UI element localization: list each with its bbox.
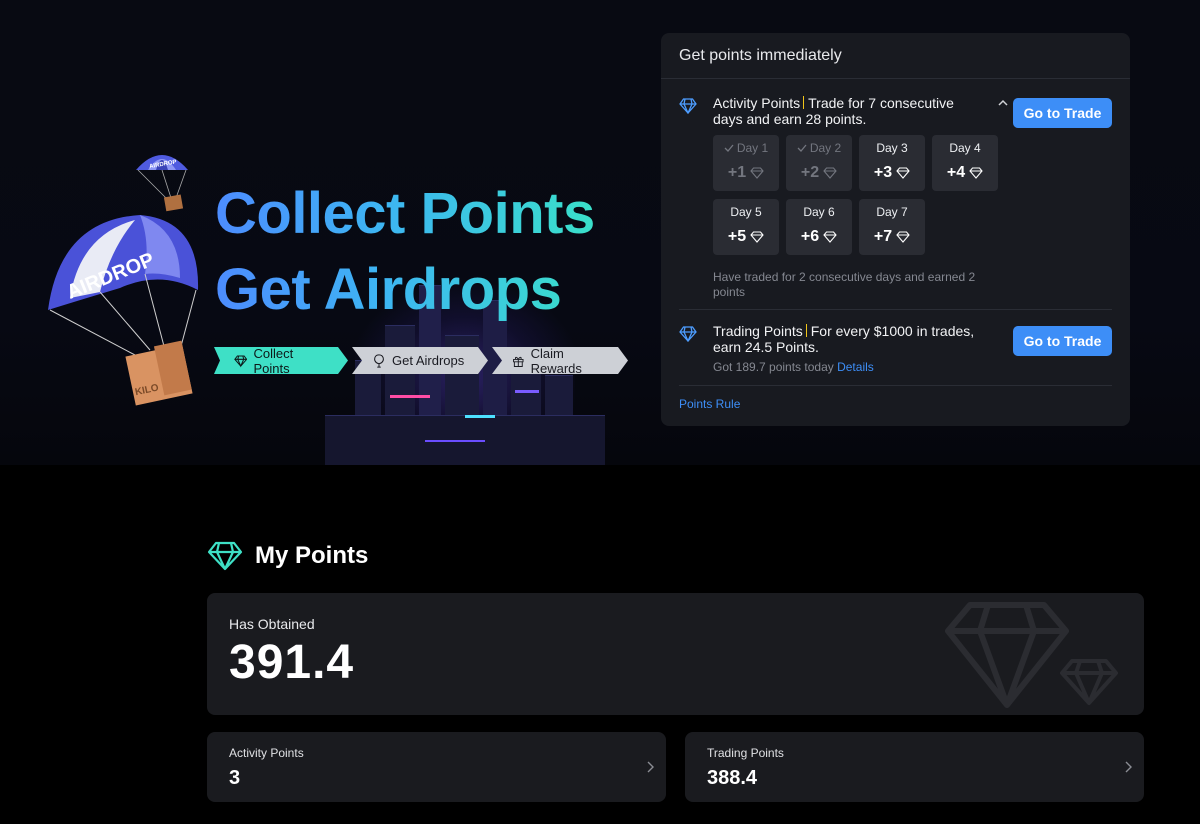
day-card: Day 5 +5 bbox=[713, 199, 779, 255]
get-points-panel: Get points immediately Activity Points Tr… bbox=[661, 33, 1130, 426]
activity-go-to-trade-button[interactable]: Go to Trade bbox=[1013, 98, 1112, 128]
chevron-right-icon bbox=[647, 761, 654, 773]
diamond-icon bbox=[234, 354, 247, 368]
diamond-icon bbox=[896, 167, 910, 179]
day-card: Day 1 +1 bbox=[713, 135, 779, 191]
day-card: Day 4 +4 bbox=[932, 135, 998, 191]
my-points-heading: My Points bbox=[207, 541, 368, 571]
details-link[interactable]: Details bbox=[837, 360, 874, 374]
day-card: Day 6 +6 bbox=[786, 199, 852, 255]
activity-progress-note: Have traded for 2 consecutive days and e… bbox=[713, 270, 976, 299]
day-card: Day 2 +2 bbox=[786, 135, 852, 191]
headline-line-1: Collect Points bbox=[215, 181, 595, 246]
activity-points-title: Activity Points Trade for 7 consecutive d… bbox=[713, 95, 954, 127]
small-parachute-icon: AIRDROP bbox=[136, 155, 188, 212]
activity-points-card[interactable]: Activity Points 3 bbox=[207, 732, 666, 802]
section-divider bbox=[679, 309, 1112, 310]
has-obtained-card: Has Obtained 391.4 bbox=[207, 593, 1144, 715]
diamond-icon bbox=[750, 231, 764, 243]
trading-points-label: Trading Points bbox=[707, 746, 784, 760]
has-obtained-label: Has Obtained bbox=[229, 616, 315, 632]
balloon-icon bbox=[372, 354, 386, 368]
step-collect-points: Collect Points bbox=[214, 347, 348, 374]
trading-got-today: Got 189.7 points today Details bbox=[713, 360, 874, 374]
diamond-decoration-icon bbox=[945, 602, 1118, 708]
step-get-airdrops: Get Airdrops bbox=[352, 347, 488, 374]
has-obtained-value: 391.4 bbox=[229, 636, 355, 689]
check-icon bbox=[724, 144, 734, 152]
diamond-icon bbox=[969, 167, 983, 179]
trading-go-to-trade-button[interactable]: Go to Trade bbox=[1013, 326, 1112, 356]
trading-points-value: 388.4 bbox=[707, 767, 758, 789]
large-parachute-icon: AIRDROP KILO bbox=[48, 215, 199, 406]
day-card: Day 7 +7 bbox=[859, 199, 925, 255]
trading-points-title: Trading Points For every $1000 in trades,… bbox=[713, 323, 975, 355]
activity-points-value: 3 bbox=[229, 767, 241, 789]
step-claim-rewards: Claim Rewards bbox=[492, 347, 628, 374]
gift-icon bbox=[512, 354, 525, 368]
trading-points-section: Trading Points For every $1000 in trades,… bbox=[679, 323, 1112, 374]
hero-banner: AIRDROP AIRDROP KILO Collect Points Get … bbox=[0, 0, 1200, 465]
chevron-right-icon bbox=[1125, 761, 1132, 773]
chevron-up-icon[interactable] bbox=[997, 97, 1009, 109]
headline-line-2: Get Airdrops bbox=[215, 257, 562, 322]
steps-ribbon: Collect Points Get Airdrops Claim Reward… bbox=[214, 347, 632, 374]
diamond-icon bbox=[823, 167, 837, 179]
activity-points-section: Activity Points Trade for 7 consecutive d… bbox=[679, 95, 1112, 305]
diamond-icon bbox=[896, 231, 910, 243]
activity-points-label: Activity Points bbox=[229, 746, 304, 760]
diamond-icon bbox=[207, 541, 243, 571]
points-rule-link[interactable]: Points Rule bbox=[679, 397, 740, 411]
diamond-icon bbox=[679, 326, 697, 342]
day-card: Day 3 +3 bbox=[859, 135, 925, 191]
diamond-icon bbox=[679, 98, 697, 114]
hero-headline: Collect Points Get Airdrops bbox=[215, 176, 595, 328]
trading-points-card[interactable]: Trading Points 388.4 bbox=[685, 732, 1144, 802]
diamond-icon bbox=[823, 231, 837, 243]
check-icon bbox=[797, 144, 807, 152]
panel-title: Get points immediately bbox=[661, 33, 1130, 79]
section-divider bbox=[679, 385, 1112, 386]
diamond-icon bbox=[750, 167, 764, 179]
